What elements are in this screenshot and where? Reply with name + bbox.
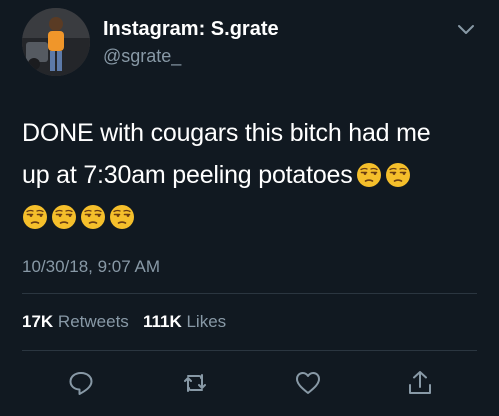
- likes-count[interactable]: 111K: [143, 312, 182, 331]
- unamused-face-emoji-icon: [51, 204, 77, 230]
- tweet-text: DONE with cougars this bitch had me up a…: [22, 112, 482, 238]
- tweet-line-2: up at 7:30am peeling potatoes: [22, 154, 482, 196]
- unamused-face-emoji-icon: [109, 204, 135, 230]
- tweet-line-2-text: up at 7:30am peeling potatoes: [22, 161, 353, 189]
- chevron-down-icon[interactable]: [456, 22, 476, 38]
- reply-icon[interactable]: [66, 368, 96, 398]
- engagement-stats: 17K Retweets 111K Likes: [22, 312, 226, 332]
- retweet-icon[interactable]: [180, 368, 210, 398]
- likes-label[interactable]: Likes: [186, 312, 226, 331]
- action-bar: [0, 368, 499, 404]
- divider: [22, 350, 477, 351]
- like-icon[interactable]: [293, 368, 323, 398]
- timestamp[interactable]: 10/30/18, 9:07 AM: [22, 257, 160, 277]
- retweets-label[interactable]: Retweets: [58, 312, 129, 331]
- avatar[interactable]: [22, 8, 90, 76]
- share-icon[interactable]: [405, 368, 435, 398]
- tweet-line-3: [22, 196, 482, 238]
- author-handle[interactable]: @sgrate_: [103, 46, 181, 67]
- retweets-count[interactable]: 17K: [22, 312, 53, 331]
- author-name[interactable]: Instagram: S.grate: [103, 18, 279, 41]
- divider: [22, 293, 477, 294]
- unamused-face-emoji-icon: [356, 162, 382, 188]
- tweet-line-1: DONE with cougars this bitch had me: [22, 119, 431, 147]
- unamused-face-emoji-icon: [22, 204, 48, 230]
- unamused-face-emoji-icon: [385, 162, 411, 188]
- unamused-face-emoji-icon: [80, 204, 106, 230]
